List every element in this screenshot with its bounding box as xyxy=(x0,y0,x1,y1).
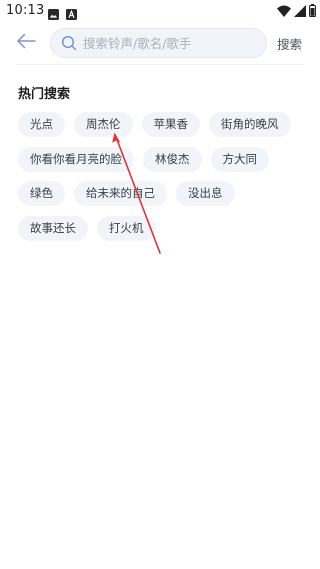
battery-icon xyxy=(309,2,316,21)
search-header: 搜索 xyxy=(0,24,320,64)
tag-row: 你看你看月亮的脸 林俊杰 方大同 xyxy=(18,146,308,172)
hot-search-tag[interactable]: 故事还长 xyxy=(18,216,88,242)
hot-search-tag[interactable]: 没出息 xyxy=(176,181,235,207)
hot-search-tag[interactable]: 绿色 xyxy=(18,181,65,207)
status-time: 10:13 xyxy=(6,3,45,18)
hot-search-tag[interactable]: 给未来的自己 xyxy=(74,181,167,207)
hot-search-tag[interactable]: 街角的晚风 xyxy=(209,112,291,137)
back-button[interactable] xyxy=(14,30,38,54)
ringtone-search-screen: 10:13 搜索铃声/歌名/歌手 搜索 热门搜索 光点 周杰伦 苹果香 街角的晚… xyxy=(0,0,320,569)
search-input[interactable] xyxy=(83,29,263,57)
tag-row: 光点 周杰伦 苹果香 街角的晚风 xyxy=(18,112,308,137)
system-status-icons xyxy=(277,2,316,21)
hot-search-tag[interactable]: 光点 xyxy=(18,112,65,137)
a-icon xyxy=(66,5,77,20)
image-icon xyxy=(48,5,59,20)
search-icon xyxy=(61,35,77,51)
hot-search-tag[interactable]: 方大同 xyxy=(210,146,269,172)
status-bar: 10:13 xyxy=(0,0,320,24)
tag-row: 故事还长 打火机 xyxy=(18,216,308,242)
hot-search-tag[interactable]: 你看你看月亮的脸 xyxy=(18,146,134,172)
signal-icon xyxy=(294,2,306,21)
hot-search-title: 热门搜索 xyxy=(18,87,71,102)
hot-search-tag[interactable]: 周杰伦 xyxy=(74,112,133,137)
hot-search-tags: 光点 周杰伦 苹果香 街角的晚风 你看你看月亮的脸 林俊杰 方大同 绿色 给未来… xyxy=(18,112,308,251)
arrow-left-icon xyxy=(16,33,36,52)
search-box[interactable] xyxy=(50,28,267,58)
header-divider xyxy=(16,64,304,65)
hot-search-tag[interactable]: 苹果香 xyxy=(141,112,200,137)
search-button[interactable]: 搜索 xyxy=(277,34,302,53)
wifi-icon xyxy=(277,2,291,21)
hot-search-tag[interactable]: 林俊杰 xyxy=(143,146,202,172)
hot-search-tag[interactable]: 打火机 xyxy=(97,216,156,242)
tag-row: 绿色 给未来的自己 没出息 xyxy=(18,181,308,207)
